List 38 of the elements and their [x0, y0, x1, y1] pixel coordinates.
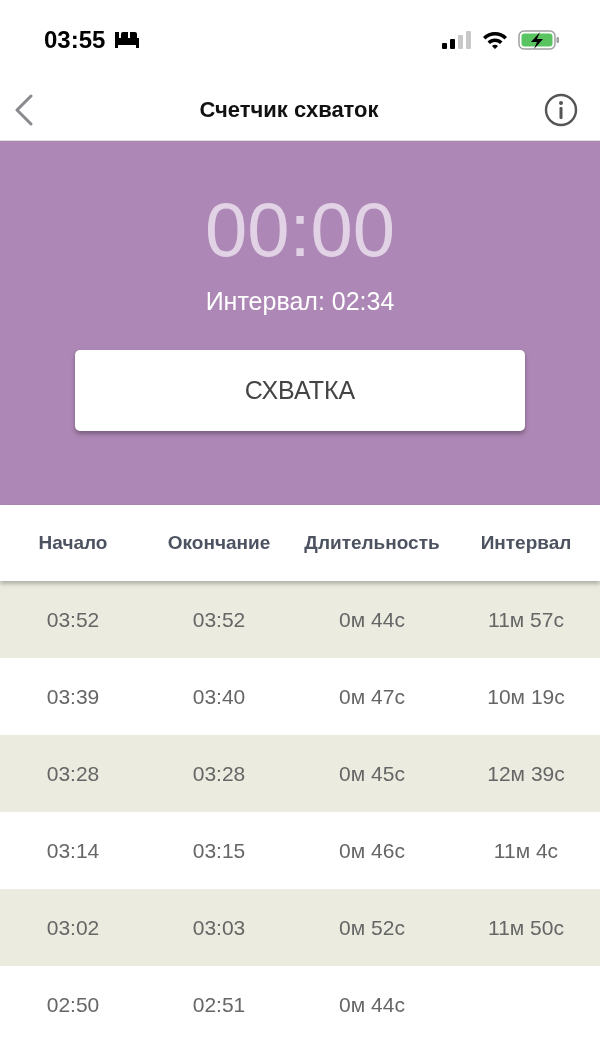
table-cell-text: 03:03 — [191, 915, 247, 940]
column-header: Окончание — [166, 532, 272, 554]
table-cell-text: 10м 19с — [486, 684, 566, 709]
interval-text: Интервал: 02:34 — [205, 287, 395, 316]
table-cell-text: 03:40 — [191, 684, 247, 709]
info-icon[interactable] — [544, 93, 578, 127]
column-header: Длительность — [303, 532, 441, 554]
table-cell-text: 11м 4с — [492, 838, 560, 863]
table-cell-text: 0м 47с — [338, 684, 406, 709]
table-cell-text: 11м 50с — [487, 915, 565, 940]
table-cell-text: 0м 52с — [338, 915, 406, 940]
column-header: Интервал — [479, 532, 573, 554]
table-cell-text: 0м 44с — [338, 992, 406, 1017]
table-cell-text: 03:15 — [191, 838, 247, 863]
battery-icon — [518, 30, 560, 50]
table-cell-text: 03:52 — [45, 607, 101, 632]
table-cell-text: 0м 44с — [338, 607, 406, 632]
table-cell-text: 03:02 — [45, 915, 101, 940]
table-cell-text: 03:39 — [45, 684, 101, 709]
table-cell-text: 02:50 — [45, 992, 101, 1017]
table-cell-text: 02:51 — [191, 992, 247, 1017]
wifi-icon — [482, 30, 508, 50]
back-icon[interactable] — [14, 94, 34, 126]
contraction-button[interactable]: СХВАТКА — [75, 350, 525, 431]
bed-icon — [113, 30, 142, 50]
table-cell-text: 12м 39с — [486, 761, 566, 786]
screen-title: Счетчик схваток — [199, 97, 379, 123]
signal-icon — [442, 30, 472, 50]
table-cell-text: 03:28 — [191, 761, 247, 786]
table-cell-text: 11м 57с — [487, 607, 565, 632]
status-time: 03:55 — [44, 26, 106, 54]
column-header: Начало — [37, 532, 109, 554]
table-cell-text: 0м 46с — [338, 838, 406, 863]
table-cell-text: 0м 45с — [338, 761, 406, 786]
timer-display: 00:00 — [204, 187, 396, 273]
table-cell-text: 03:14 — [45, 838, 101, 863]
table-cell-text: 03:52 — [191, 607, 247, 632]
table-cell-text: 03:28 — [45, 761, 101, 786]
